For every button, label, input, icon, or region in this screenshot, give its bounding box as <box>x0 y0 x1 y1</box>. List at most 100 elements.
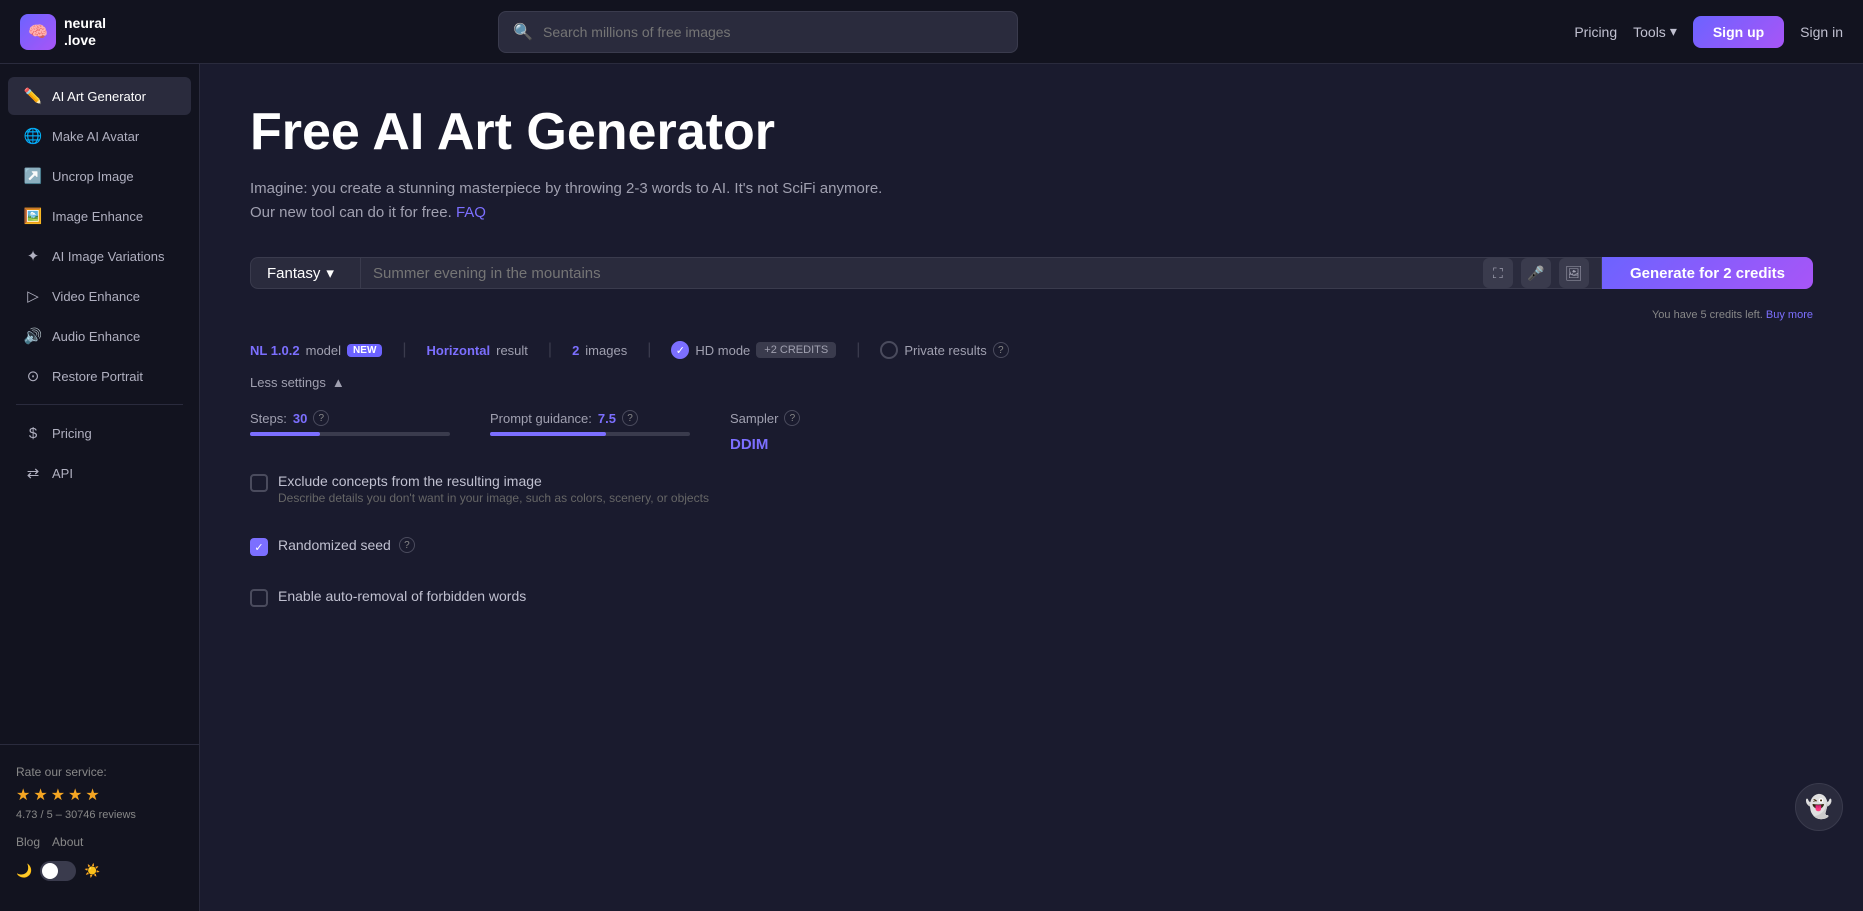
sidebar-item-make-ai-avatar[interactable]: 🌐 Make AI Avatar <box>8 117 191 155</box>
chat-bubble-button[interactable]: 👻 <box>1795 783 1843 831</box>
hd-mode-checkbox[interactable]: ✓ <box>671 341 689 359</box>
adv-row-sliders: Steps: 30 ? Prompt guidance: 7.5 ? <box>250 410 1813 453</box>
sidebar-item-label: AI Image Variations <box>52 249 164 264</box>
main-layout: ✏️ AI Art Generator 🌐 Make AI Avatar ↗️ … <box>0 64 1863 911</box>
credits-hint: You have 5 credits left. Buy more <box>250 309 1813 321</box>
sampler-help-icon[interactable]: ? <box>784 410 800 426</box>
steps-slider[interactable] <box>250 432 450 436</box>
sidebar-item-label: Make AI Avatar <box>52 129 139 144</box>
buy-more-link[interactable]: Buy more <box>1766 309 1813 321</box>
toggle-thumb <box>42 863 58 879</box>
auto-removal-item: Enable auto-removal of forbidden words <box>250 588 1813 607</box>
sidebar-item-video-enhance[interactable]: ▷ Video Enhance <box>8 277 191 315</box>
page-description: Imagine: you create a stunning masterpie… <box>250 177 1813 225</box>
pricing-link[interactable]: Pricing <box>1574 24 1617 40</box>
page-title: Free AI Art Generator <box>250 104 1813 161</box>
sidebar-item-label: Uncrop Image <box>52 169 134 184</box>
sidebar-divider <box>16 404 183 405</box>
sidebar-item-label: API <box>52 466 73 481</box>
guidance-slider[interactable] <box>490 432 690 436</box>
model-setting[interactable]: NL 1.0.2 model NEW <box>250 343 382 358</box>
randomized-seed-label: Randomized seed ? <box>278 537 415 553</box>
result-setting[interactable]: Horizontal result <box>427 343 528 358</box>
randomized-seed-checkbox[interactable]: ✓ <box>250 538 268 556</box>
logo[interactable]: 🧠 neural .love <box>20 14 220 50</box>
sidebar-item-ai-art-generator[interactable]: ✏️ AI Art Generator <box>8 77 191 115</box>
private-results-checkbox[interactable] <box>880 341 898 359</box>
signup-button[interactable]: Sign up <box>1693 16 1784 48</box>
sidebar-item-ai-image-variations[interactable]: ✦ AI Image Variations <box>8 237 191 275</box>
randomized-seed-help-icon[interactable]: ? <box>399 537 415 553</box>
theme-toggle[interactable]: 🌙 ☀️ <box>0 855 199 887</box>
header: 🧠 neural .love 🔍 Pricing Tools ▾ Sign up… <box>0 0 1863 64</box>
hd-credits-badge: +2 CREDITS <box>756 342 836 358</box>
search-bar: 🔍 <box>498 11 1018 53</box>
images-setting[interactable]: 2 images <box>572 343 627 358</box>
private-results-setting[interactable]: Private results ? <box>880 341 1008 359</box>
sun-icon: ☀️ <box>84 863 100 879</box>
prompt-icons: ⛶ 🎤 🖼 <box>1483 258 1589 288</box>
exclude-concepts-checkbox[interactable] <box>250 474 268 492</box>
pricing-icon: $ <box>24 424 42 442</box>
exclude-concepts-item: Exclude concepts from the resulting imag… <box>250 473 1813 505</box>
less-settings-button[interactable]: Less settings ▲ <box>250 375 1813 390</box>
uncrop-icon: ↗️ <box>24 167 42 185</box>
sampler-col: Sampler ? DDIM <box>730 410 930 453</box>
search-input[interactable] <box>543 24 1003 40</box>
audio-icon: 🔊 <box>24 327 42 345</box>
sidebar-item-uncrop-image[interactable]: ↗️ Uncrop Image <box>8 157 191 195</box>
auto-removal-label: Enable auto-removal of forbidden words <box>278 588 526 604</box>
guidance-help-icon[interactable]: ? <box>622 410 638 426</box>
sidebar-item-api[interactable]: ⇄ API <box>8 454 191 492</box>
blog-link[interactable]: Blog <box>16 835 40 849</box>
style-selector[interactable]: Fantasy ▾ <box>250 257 360 289</box>
guidance-col: Prompt guidance: 7.5 ? <box>490 410 690 436</box>
stars[interactable]: ★★★★★ <box>16 785 183 805</box>
check-icon: ✓ <box>676 344 685 357</box>
pencil-icon: ✏️ <box>24 87 42 105</box>
video-icon: ▷ <box>24 287 42 305</box>
guidance-label: Prompt guidance: 7.5 ? <box>490 410 690 426</box>
settings-row: NL 1.0.2 model NEW | Horizontal result |… <box>250 341 1813 359</box>
logo-icon: 🧠 <box>20 14 56 50</box>
sidebar-item-restore-portrait[interactable]: ⊙ Restore Portrait <box>8 357 191 395</box>
mic-icon-btn[interactable]: 🎤 <box>1521 258 1551 288</box>
steps-value: 30 <box>293 411 307 426</box>
sidebar-item-label: Pricing <box>52 426 92 441</box>
steps-help-icon[interactable]: ? <box>313 410 329 426</box>
rating-text: 4.73 / 5 – 30746 reviews <box>16 809 183 821</box>
about-link[interactable]: About <box>52 835 83 849</box>
generator-box: Fantasy ▾ ⛶ 🎤 🖼 Generate for 2 credits <box>250 257 1813 289</box>
generate-button[interactable]: Generate for 2 credits <box>1602 257 1813 289</box>
exclude-concepts-label: Exclude concepts from the resulting imag… <box>278 473 709 489</box>
signin-button[interactable]: Sign in <box>1800 24 1843 40</box>
sidebar-item-audio-enhance[interactable]: 🔊 Audio Enhance <box>8 317 191 355</box>
hd-mode-setting[interactable]: ✓ HD mode +2 CREDITS <box>671 341 836 359</box>
steps-slider-fill <box>250 432 320 436</box>
tools-button[interactable]: Tools ▾ <box>1633 23 1677 40</box>
prompt-input[interactable] <box>373 265 1475 282</box>
faq-link[interactable]: FAQ <box>456 204 486 221</box>
guidance-value: 7.5 <box>598 411 616 426</box>
sidebar-item-image-enhance[interactable]: 🖼️ Image Enhance <box>8 197 191 235</box>
sampler-label: Sampler ? <box>730 410 930 426</box>
private-results-help-icon[interactable]: ? <box>993 342 1009 358</box>
resize-icon-btn[interactable]: ⛶ <box>1483 258 1513 288</box>
image-upload-btn[interactable]: 🖼 <box>1559 258 1589 288</box>
chevron-icon: ▾ <box>326 264 334 282</box>
new-badge: NEW <box>347 344 382 357</box>
api-icon: ⇄ <box>24 464 42 482</box>
rate-service: Rate our service: ★★★★★ 4.73 / 5 – 30746… <box>0 757 199 829</box>
sidebar-links: Blog About <box>0 829 199 855</box>
exclude-concepts-sub: Describe details you don't want in your … <box>278 491 709 505</box>
sidebar: ✏️ AI Art Generator 🌐 Make AI Avatar ↗️ … <box>0 64 200 911</box>
sidebar-item-pricing[interactable]: $ Pricing <box>8 414 191 452</box>
sampler-value[interactable]: DDIM <box>730 436 930 453</box>
randomized-seed-item: ✓ Randomized seed ? <box>250 537 1813 556</box>
header-right: Pricing Tools ▾ Sign up Sign in <box>1574 16 1843 48</box>
moon-icon: 🌙 <box>16 863 32 879</box>
toggle-track[interactable] <box>40 861 76 881</box>
steps-col: Steps: 30 ? <box>250 410 450 436</box>
auto-removal-checkbox[interactable] <box>250 589 268 607</box>
restore-icon: ⊙ <box>24 367 42 385</box>
